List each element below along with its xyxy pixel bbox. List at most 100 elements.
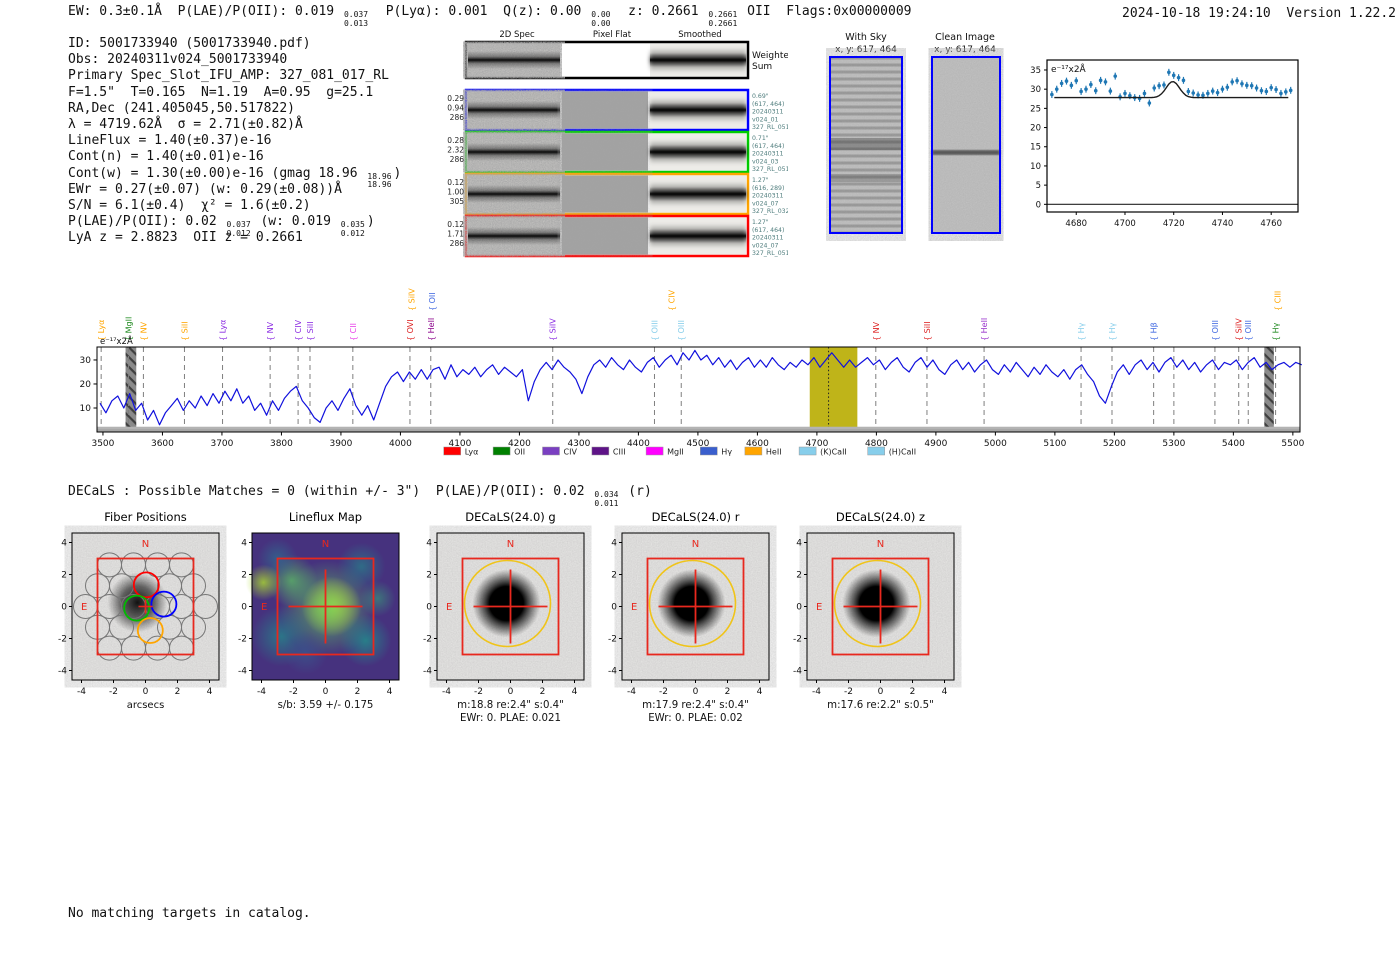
cutout-y-tick: -4: [58, 667, 67, 677]
text-segment: (w: 0.019: [252, 214, 339, 230]
zoom-x-tick: 4700: [1114, 219, 1136, 229]
emission-line-label: { Hγ: [1272, 322, 1281, 341]
cutout-caption: m:18.8 re:2.4" s:0.4": [457, 700, 564, 711]
cutout-title: Lineflux Map: [289, 510, 362, 524]
clean-image-coords: x, y: 617, 464: [934, 45, 996, 55]
spec2d-row-annotation: 0.69": [752, 93, 769, 100]
stat-uncertainty: 18.96 18.96: [367, 171, 392, 189]
spec2d-row-annotation: v024_07: [752, 242, 779, 249]
flux-data-point: [1098, 78, 1103, 83]
emission-line-label: { NV: [872, 321, 881, 341]
emission-line-label: { CIII: [1273, 291, 1282, 311]
elixer-detection-report: EW: 0.3±0.1Å P(LAE)/P(OII): 0.019 0.037 0…: [0, 0, 1400, 953]
cutout-x-tick: 2: [540, 687, 546, 697]
flux-data-point: [1162, 83, 1166, 87]
cutout-x-tick: 0: [693, 687, 699, 697]
zoom-y-tick: 5: [1036, 181, 1041, 191]
cutout-x-axis-label: arcsecs: [127, 700, 165, 711]
detection-info-block: ID: 5001733940 (5001733940.pdf) Obs: 2024…: [68, 36, 401, 246]
flux-data-point: [1279, 91, 1283, 96]
spectrum-x-tick: 3500: [91, 439, 114, 449]
spec2d-row-stat: 0.29: [447, 94, 464, 103]
info-line: Primary Spec_Slot_IFU_AMP: 327_081_017_R…: [68, 68, 401, 84]
cutout-y-tick: -2: [793, 635, 802, 645]
flux-data-point: [1225, 85, 1230, 90]
cutout-y-tick: 4: [426, 539, 432, 549]
text-segment: OII Flags:0x00000009: [739, 4, 912, 19]
info-line: EWr = 0.27(±0.07) (w: 0.29(±0.08))Å: [68, 182, 401, 198]
emission-line-label: { SiIV: [408, 288, 417, 311]
cutout-y-tick: 4: [61, 539, 67, 549]
text-segment: EW: 0.3±0.1Å: [68, 4, 178, 19]
flux-data-point: [1240, 81, 1244, 86]
masked-region: [1264, 347, 1274, 432]
legend-item: CIII: [591, 446, 626, 457]
text-segment: EWr = 0.27(±0.07) (w: 0.29(±0.08))Å: [68, 181, 342, 197]
flux-data-point: [1089, 82, 1093, 87]
text-segment: P(LAE)/P(OII): 0.02: [68, 214, 225, 230]
spec2d-row-annotation: 1.27": [752, 219, 769, 226]
zoom-y-tick: 20: [1030, 124, 1041, 134]
legend-swatch: [492, 446, 511, 456]
report-version: Version 1.22.2: [1286, 6, 1396, 21]
flux-data-point: [1186, 89, 1191, 94]
emission-line-label: { OVI: [406, 319, 415, 341]
spectrum-y-tick: 10: [80, 404, 92, 414]
flux-data-point: [1249, 83, 1254, 88]
spec2d-row-stat: 286: [450, 113, 465, 122]
legend-item: (K)CaII: [798, 446, 847, 457]
legend-label: CIV: [564, 448, 578, 457]
spec2d-row-stat: 0.12: [447, 220, 464, 229]
info-line: F=1.5" T=0.165 N=1.19 A=0.95 g=25.1: [68, 85, 401, 101]
cutout-x-tick: 4: [207, 687, 213, 697]
flux-data-point: [1206, 91, 1210, 96]
flux-data-point: [1152, 86, 1157, 90]
spec2d-row-stat: 0.94: [447, 104, 464, 113]
text-segment: P(LAE)/P(OII): 0.019: [177, 4, 342, 19]
flux-data-point: [1235, 78, 1239, 83]
legend-label: Hγ: [721, 448, 732, 457]
text-segment: ): [393, 165, 402, 181]
emission-line-label: { OIII: [1244, 320, 1253, 341]
compass-north-label: N: [692, 539, 699, 550]
cutout-y-tick: -4: [793, 667, 802, 677]
spec2d-col-header: Smoothed: [678, 30, 721, 40]
text-segment: z: 0.2661: [612, 4, 707, 19]
text-segment: Obs: 20240311v024_5001733940: [68, 52, 288, 68]
flux-data-point: [1220, 87, 1225, 91]
emission-line-label: { OIII: [1211, 320, 1220, 341]
cutout-x-tick: -4: [257, 687, 266, 697]
spec2d-row-stat: 0.12: [447, 178, 464, 187]
emission-line-label: { Lyα: [219, 320, 228, 341]
flux-data-point: [1113, 74, 1118, 78]
cutout-title: DECaLS(24.0) z: [836, 510, 925, 524]
spec2d-row-stat: 1.71: [447, 230, 464, 239]
emission-line-label: { OIII: [677, 320, 686, 341]
full-spectrum-plot: 3500 3600 3700 3800 3900 4000 4100 4200 4300 4400…: [78, 275, 1313, 470]
flux-data-point: [1147, 101, 1152, 105]
legend-swatch: [542, 446, 560, 456]
spec2d-row-stat: 286: [450, 155, 465, 164]
emission-line-label: { CIV: [294, 319, 303, 341]
cutout-y-tick: -2: [423, 635, 432, 645]
line-fit-zoom-plot: 0 5 10 15 20 25 30 35 4680 4700 4720 4740 4760 e⁻¹⁷x2…: [1015, 45, 1360, 230]
text-segment: S/N = 6.1(±0.4) χ² = 1.6(±0.2): [68, 197, 311, 213]
legend-item: OII: [492, 446, 525, 457]
cutout-x-tick: -4: [77, 687, 86, 697]
legend-swatch: [443, 446, 461, 456]
spectrum-x-tick: 5000: [984, 439, 1007, 449]
flux-data-point: [1059, 81, 1064, 86]
spec2d-row-stat: 305: [450, 197, 465, 206]
stat-uncertainty: 0.035 0.012: [340, 220, 365, 238]
imaging-cutout-row: Fiber Positions N E -4 -4 -2 -2 0 0 2 2 4 4 arcsecs Li…: [40, 505, 1000, 727]
cutout-x-tick: 0: [323, 687, 329, 697]
zoom-y-tick: 0: [1036, 200, 1041, 210]
emission-line-label: { CIV: [668, 289, 677, 311]
emission-line-label: { SiIV: [1235, 318, 1244, 341]
flux-data-point: [1254, 86, 1259, 90]
flux-data-point: [1196, 93, 1200, 97]
flux-data-point: [1064, 79, 1069, 83]
spectrum-x-tick: 5400: [1222, 439, 1245, 449]
legend-label: MgII: [667, 448, 684, 457]
zoom-x-tick: 4720: [1163, 219, 1185, 229]
